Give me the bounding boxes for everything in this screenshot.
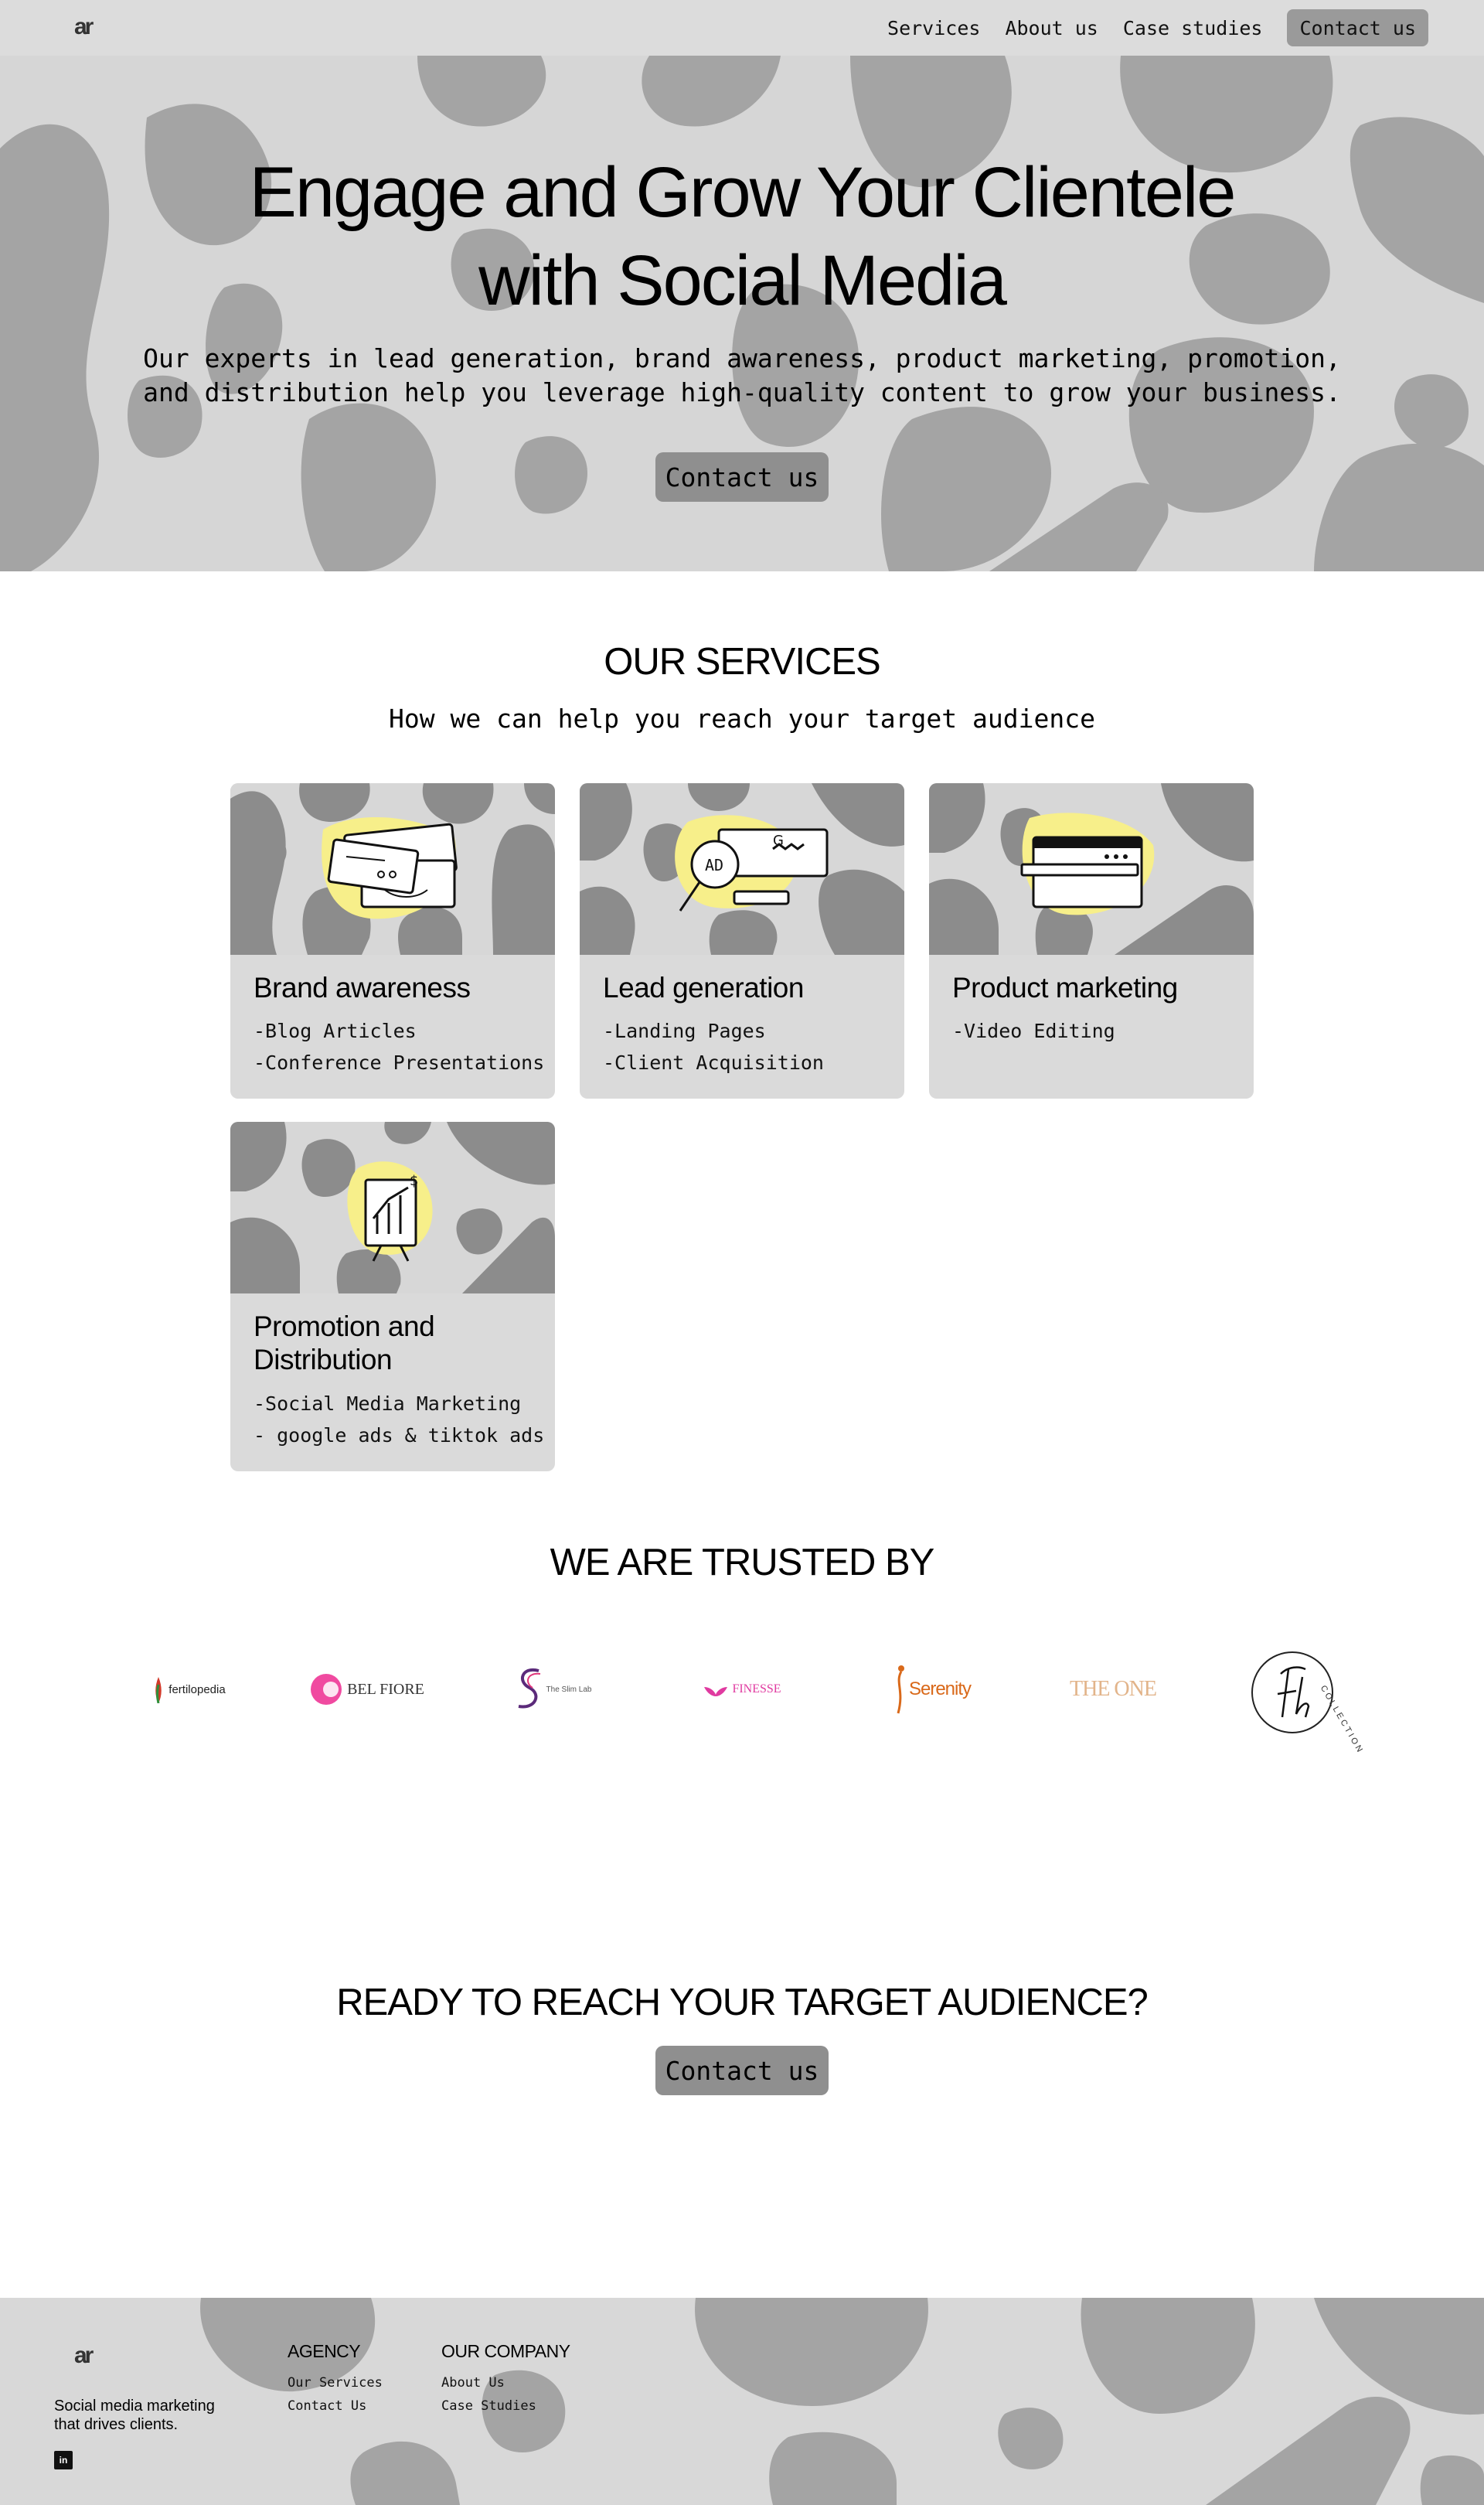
brand-name-bel-fiore: BEL FIORE — [347, 1680, 424, 1698]
card-item-landing-pages: -Landing Pages — [603, 1020, 766, 1042]
footer-link-about-us[interactable]: About Us — [441, 2375, 505, 2391]
card-title-promotion-line2: Distribution — [254, 1344, 393, 1375]
hero-subtitle-line1: Our experts in lead generation, brand aw… — [143, 343, 1341, 373]
slim-lab-s-icon — [518, 1668, 540, 1709]
brand-logo-the-one: THE ONE — [1063, 1670, 1163, 1709]
service-card-promotion-distribution[interactable]: $ Promotion and Distribution -Social Med… — [230, 1122, 555, 1471]
card-title-brand-awareness: Brand awareness — [254, 972, 471, 1004]
card-item-video-editing: -Video Editing — [952, 1020, 1115, 1042]
cta-title: READY TO REACH YOUR TARGET AUDIENCE? — [336, 1982, 1149, 2023]
finesse-lotus-icon — [704, 1687, 728, 1696]
svg-text:AD: AD — [705, 856, 723, 874]
card-item-client-acquisition: -Client Acquisition — [603, 1051, 824, 1074]
footer-link-contact-us[interactable]: Contact Us — [288, 2398, 366, 2414]
footer-logo[interactable]: ar — [74, 2344, 113, 2366]
fertilopedia-leaf-icon — [155, 1677, 162, 1703]
services-subtitle: How we can help you reach your target au… — [389, 704, 1095, 734]
promotion-distribution-illustration: $ — [230, 1122, 555, 1293]
card-title-lead-generation: Lead generation — [603, 972, 804, 1004]
service-card-product-marketing[interactable]: Product marketing -Video Editing — [929, 783, 1254, 1099]
service-card-lead-generation[interactable]: AD G Lead generation -Landing Pages -Cli… — [580, 783, 904, 1099]
brand-logo-bel-fiore: BEL FIORE — [309, 1666, 425, 1713]
linkedin-icon[interactable]: in — [54, 2451, 73, 2469]
card-item-blog-articles: -Blog Articles — [254, 1020, 417, 1042]
top-nav: ar Services About us Case studies Contac… — [0, 0, 1484, 56]
svg-text:ar: ar — [74, 15, 94, 37]
brand-name-serenity: Serenity — [908, 1679, 972, 1699]
footer-agency-title: AGENCY — [288, 2341, 361, 2361]
hero-subtitle: Our experts in lead generation, brand aw… — [124, 342, 1360, 410]
hero-section: Engage and Grow Your Clientele with Soci… — [0, 56, 1484, 571]
nav-link-about[interactable]: About us — [1005, 17, 1098, 39]
service-card-brand-awareness[interactable]: Brand awareness -Blog Articles -Conferen… — [230, 783, 555, 1099]
brand-logo-finesse: FINESSE — [696, 1674, 788, 1705]
services-title: OUR SERVICES — [604, 641, 880, 683]
card-item-conference-presentations: -Conference Presentations — [254, 1051, 545, 1074]
footer-tagline-line2: that drives clients. — [54, 2416, 179, 2433]
brand-name-the-one: THE ONE — [1070, 1677, 1157, 1701]
trusted-title: WE ARE TRUSTED BY — [550, 1542, 935, 1583]
brand-name-finesse: FINESSE — [732, 1682, 781, 1696]
brand-logo-slim-lab: The Slim Lab — [510, 1662, 595, 1716]
hero-title: Engage and Grow Your Clientele with Soci… — [0, 148, 1484, 325]
brand-logo-fertilopedia: fertilopedia — [139, 1670, 240, 1709]
footer-company-title: OUR COMPANY — [441, 2341, 570, 2361]
card-item-social-media-marketing: -Social Media Marketing — [254, 1392, 522, 1415]
agency-logo[interactable]: ar — [74, 15, 113, 37]
brand-name-fertilopedia: fertilopedia — [168, 1682, 226, 1696]
footer-tagline: Social media marketing that drives clien… — [54, 2397, 255, 2434]
card-title-promotion-distribution: Promotion and Distribution — [254, 1310, 539, 1376]
brand-awareness-illustration — [230, 783, 555, 955]
footer-link-our-services[interactable]: Our Services — [288, 2375, 383, 2391]
card-title-promotion-line1: Promotion and — [254, 1310, 435, 1342]
cta-contact-button[interactable]: Contact us — [655, 2046, 829, 2095]
brand-name-slim-lab: The Slim Lab — [546, 1685, 592, 1694]
svg-text:$: $ — [410, 1173, 418, 1189]
card-title-product-marketing: Product marketing — [952, 972, 1178, 1004]
bel-fiore-circle-icon — [311, 1674, 342, 1705]
hero-title-line2: with Social Media — [478, 241, 1007, 320]
trusted-logo-row: fertilopedia BEL FIORE The Slim Lab FINE… — [0, 1639, 1484, 1756]
lead-generation-illustration: AD G — [580, 783, 904, 955]
hero-subtitle-line2: and distribution help you leverage high-… — [143, 377, 1341, 407]
product-marketing-illustration — [929, 783, 1254, 955]
svg-text:ar: ar — [74, 2344, 94, 2366]
brand-logo-serenity: Serenity — [885, 1662, 978, 1716]
nav-link-services[interactable]: Services — [887, 17, 980, 39]
footer: ar Social media marketing that drives cl… — [0, 2298, 1484, 2505]
hero-contact-button[interactable]: Contact us — [655, 452, 829, 502]
nav-contact-button[interactable]: Contact us — [1287, 9, 1428, 46]
fh-collection-monogram-icon — [1251, 1651, 1333, 1733]
nav-links: Services About us Case studies Contact u… — [863, 9, 1428, 46]
card-item-google-tiktok-ads: - google ads & tiktok ads — [254, 1424, 545, 1447]
hero-title-line1: Engage and Grow Your Clientele — [249, 153, 1237, 232]
brand-logo-fh-collection: COLLECTION — [1248, 1643, 1365, 1756]
svg-text:G: G — [773, 833, 784, 849]
serenity-figure-icon — [897, 1665, 904, 1714]
nav-link-case-studies[interactable]: Case studies — [1123, 17, 1263, 39]
footer-tagline-line1: Social media marketing — [54, 2398, 215, 2415]
footer-link-case-studies[interactable]: Case Studies — [441, 2398, 536, 2414]
